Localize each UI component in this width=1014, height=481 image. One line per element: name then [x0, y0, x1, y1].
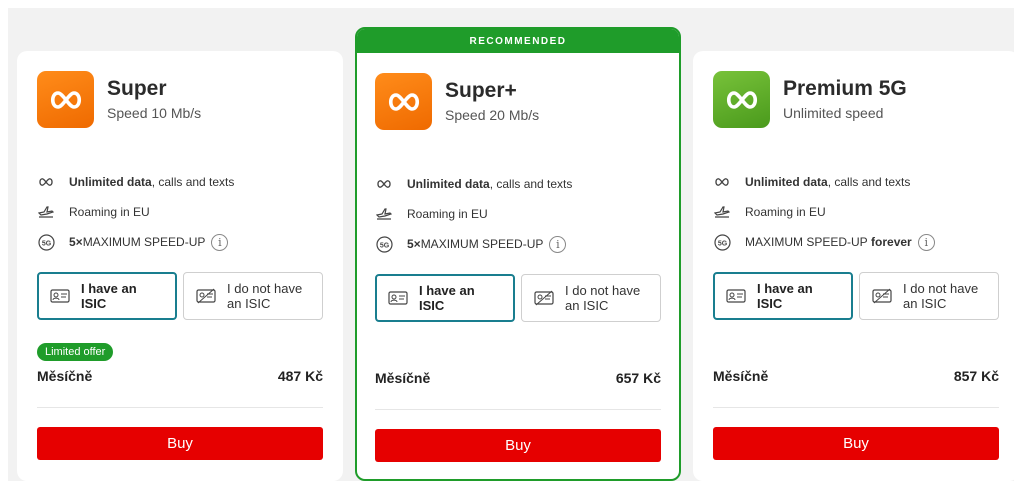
plan-card-super-plus: RECOMMENDED Super+ Speed 20 Mb/s Unlimit… [355, 27, 681, 481]
infinity-icon [50, 90, 81, 109]
plane-icon [714, 206, 730, 218]
price-label: Měsíčně [375, 370, 431, 386]
feature-unlimited: Unlimited data, calls and texts [375, 169, 661, 199]
plan-subtitle: Unlimited speed [783, 105, 884, 121]
id-card-icon [726, 289, 746, 303]
infinity-icon [377, 180, 391, 188]
divider [713, 407, 999, 408]
infinity-icon [726, 90, 757, 109]
divider [37, 407, 323, 408]
divider [375, 409, 661, 410]
id-card-crossed-icon [196, 288, 216, 304]
feature-speedup: 5G 5× MAXIMUM SPEED-UP i [375, 229, 661, 259]
id-card-icon [388, 291, 408, 305]
plan-card-premium-5g: Premium 5G Unlimited speed Unlimited dat… [693, 51, 1014, 481]
buy-button[interactable]: Buy [713, 427, 999, 460]
price-row: Měsíčně 657 Kč [375, 370, 661, 386]
limited-offer-badge: Limited offer [37, 343, 114, 361]
info-icon[interactable]: i [917, 233, 935, 251]
recommended-banner: RECOMMENDED [357, 29, 679, 53]
price-row: Měsíčně 857 Kč [713, 368, 999, 384]
price-row: Měsíčně 487 Kč [37, 368, 323, 384]
buy-button[interactable]: Buy [37, 427, 323, 460]
feature-roaming: Roaming in EU [375, 199, 661, 229]
id-card-crossed-icon [534, 290, 554, 306]
infinity-icon [388, 92, 419, 111]
plan-name: Super [107, 77, 167, 100]
infinity-icon [39, 178, 53, 186]
5g-icon: 5G [37, 233, 55, 251]
id-card-icon [50, 289, 70, 303]
isic-yes-option[interactable]: I have an ISIC [713, 272, 853, 320]
isic-no-option[interactable]: I do not have an ISIC [859, 272, 999, 320]
svg-text:5G: 5G [379, 242, 389, 249]
isic-yes-option[interactable]: I have an ISIC [37, 272, 177, 320]
infinity-icon [715, 178, 729, 186]
info-icon[interactable]: i [211, 233, 229, 251]
isic-no-option[interactable]: I do not have an ISIC [183, 272, 323, 320]
plan-subtitle: Speed 20 Mb/s [445, 107, 540, 123]
svg-text:5G: 5G [41, 240, 51, 247]
isic-no-option[interactable]: I do not have an ISIC [521, 274, 661, 322]
plan-card-super: Super Speed 10 Mb/s Unlimited data, call… [17, 51, 343, 481]
5g-icon: 5G [375, 235, 393, 253]
svg-text:5G: 5G [717, 240, 727, 247]
buy-button[interactable]: Buy [375, 429, 661, 462]
plan-name: Premium 5G [783, 77, 907, 100]
5g-icon: 5G [713, 233, 731, 251]
feature-roaming: Roaming in EU [37, 197, 323, 227]
plan-name: Super+ [445, 79, 517, 102]
feature-unlimited: Unlimited data, calls and texts [713, 167, 999, 197]
info-icon[interactable]: i [549, 235, 567, 253]
price-label: Měsíčně [713, 368, 769, 384]
feature-speedup: 5G 5× MAXIMUM SPEED-UP i [37, 227, 323, 257]
plan-logo [375, 73, 432, 130]
isic-yes-option[interactable]: I have an ISIC [375, 274, 515, 322]
price-value: 487 Kč [277, 368, 323, 384]
feature-speedup: 5G MAXIMUM SPEED-UP forever i [713, 227, 999, 257]
price-label: Měsíčně [37, 368, 93, 384]
feature-unlimited: Unlimited data, calls and texts [37, 167, 323, 197]
plan-logo [37, 71, 94, 128]
price-value: 657 Kč [615, 370, 661, 386]
feature-roaming: Roaming in EU [713, 197, 999, 227]
plane-icon [38, 206, 54, 218]
plan-subtitle: Speed 10 Mb/s [107, 105, 202, 121]
price-value: 857 Kč [953, 368, 999, 384]
plane-icon [376, 208, 392, 220]
plan-logo [713, 71, 770, 128]
id-card-crossed-icon [872, 288, 892, 304]
